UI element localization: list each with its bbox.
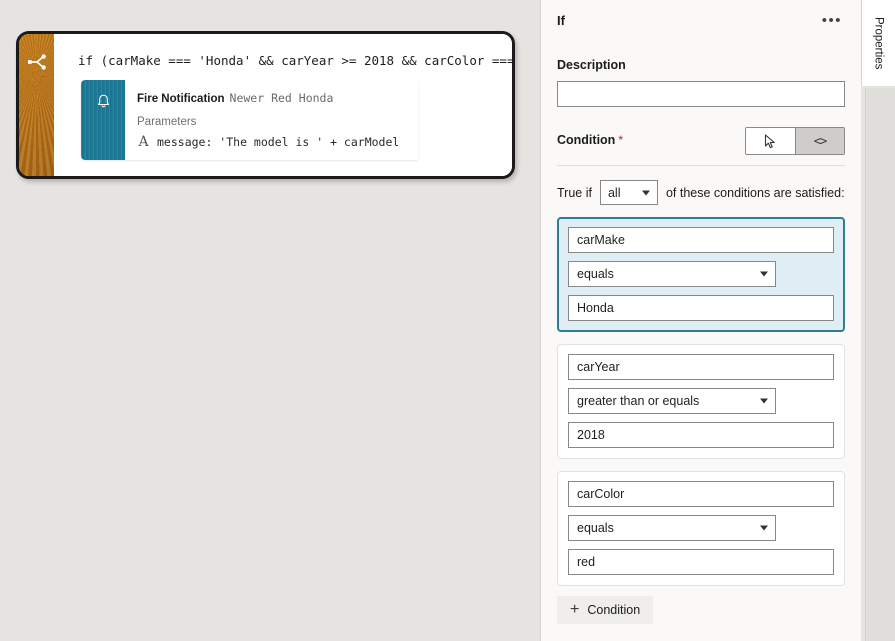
condition-field-input-0[interactable] xyxy=(568,227,834,253)
chevron-down-icon xyxy=(642,190,650,195)
conditions-list: equals greater than or equals equals xyxy=(541,217,861,586)
condition-operator-select-1[interactable]: greater than or equals xyxy=(568,388,776,414)
action-title-row: Fire Notification Newer Red Honda xyxy=(137,89,418,107)
condition-mode-toggle[interactable]: <> xyxy=(745,127,845,155)
condition-operator-value-0: equals xyxy=(577,267,614,281)
true-if-prefix-label: True if xyxy=(557,186,592,200)
code-brackets-icon: <> xyxy=(814,134,826,148)
flow-node-if[interactable]: if (carMake === 'Honda' && carYear >= 20… xyxy=(16,31,515,179)
condition-expression-text: if (carMake === 'Honda' && carYear >= 20… xyxy=(78,53,515,68)
chevron-down-icon xyxy=(760,526,768,531)
page-title: If xyxy=(557,13,565,28)
add-condition-label: Condition xyxy=(587,603,640,617)
section-divider xyxy=(557,165,845,166)
description-input[interactable] xyxy=(557,81,845,107)
action-subtitle: Newer Red Honda xyxy=(230,91,334,105)
condition-value-input-0[interactable] xyxy=(568,295,834,321)
flow-node-accent-strip xyxy=(19,34,54,176)
action-card-body: Fire Notification Newer Red Honda Paramet… xyxy=(125,80,418,160)
text-type-icon: A xyxy=(137,135,150,149)
condition-group-2[interactable]: equals xyxy=(557,471,845,586)
bell-icon xyxy=(95,93,112,110)
more-options-icon[interactable]: ••• xyxy=(819,11,845,30)
condition-group-1[interactable]: greater than or equals xyxy=(557,344,845,459)
toggle-builder-mode[interactable] xyxy=(746,128,795,154)
condition-operator-value-1: greater than or equals xyxy=(577,394,699,408)
properties-panel: If ••• Description Condition * <> True i… xyxy=(541,0,861,641)
app-root: if (carMake === 'Honda' && carYear >= 20… xyxy=(0,0,895,641)
condition-field-input-2[interactable] xyxy=(568,481,834,507)
parameter-row: A message: 'The model is ' + carModel xyxy=(137,135,418,149)
tab-properties-label: Properties xyxy=(873,17,885,69)
required-marker: * xyxy=(618,133,623,147)
condition-group-0[interactable]: equals xyxy=(557,217,845,332)
condition-label: Condition xyxy=(557,133,615,147)
chevron-down-icon xyxy=(760,272,768,277)
parameter-expression: message: 'The model is ' + carModel xyxy=(157,135,399,149)
condition-operator-value-2: equals xyxy=(577,521,614,535)
right-rail: Properties xyxy=(861,0,895,641)
tab-properties[interactable]: Properties xyxy=(861,0,895,86)
true-if-suffix-label: of these conditions are satisfied: xyxy=(666,186,845,200)
condition-operator-select-0[interactable]: equals xyxy=(568,261,776,287)
match-mode-value: all xyxy=(608,186,621,200)
match-mode-select[interactable]: all xyxy=(600,180,658,205)
description-label: Description xyxy=(541,58,861,72)
cursor-pointer-icon xyxy=(764,134,777,149)
action-card-fire-notification[interactable]: Fire Notification Newer Red Honda Paramet… xyxy=(81,80,418,160)
toggle-code-mode[interactable]: <> xyxy=(795,128,844,154)
chevron-down-icon xyxy=(760,399,768,404)
rail-collapsed-area xyxy=(865,88,895,641)
condition-value-input-1[interactable] xyxy=(568,422,834,448)
panel-header: If ••• xyxy=(541,0,861,40)
flow-canvas[interactable]: if (carMake === 'Honda' && carYear >= 20… xyxy=(0,0,540,641)
match-mode-row: True if all of these conditions are sati… xyxy=(541,180,861,205)
parameters-label: Parameters xyxy=(137,116,418,128)
condition-section-header: Condition * <> xyxy=(541,127,861,153)
condition-value-input-2[interactable] xyxy=(568,549,834,575)
plus-icon: + xyxy=(570,602,579,618)
condition-operator-select-2[interactable]: equals xyxy=(568,515,776,541)
flow-node-body: if (carMake === 'Honda' && carYear >= 20… xyxy=(54,34,512,176)
action-title: Fire Notification xyxy=(137,93,225,105)
action-card-accent-strip xyxy=(81,80,125,160)
branch-icon xyxy=(27,52,47,72)
condition-field-input-1[interactable] xyxy=(568,354,834,380)
add-condition-button[interactable]: + Condition xyxy=(557,596,653,624)
